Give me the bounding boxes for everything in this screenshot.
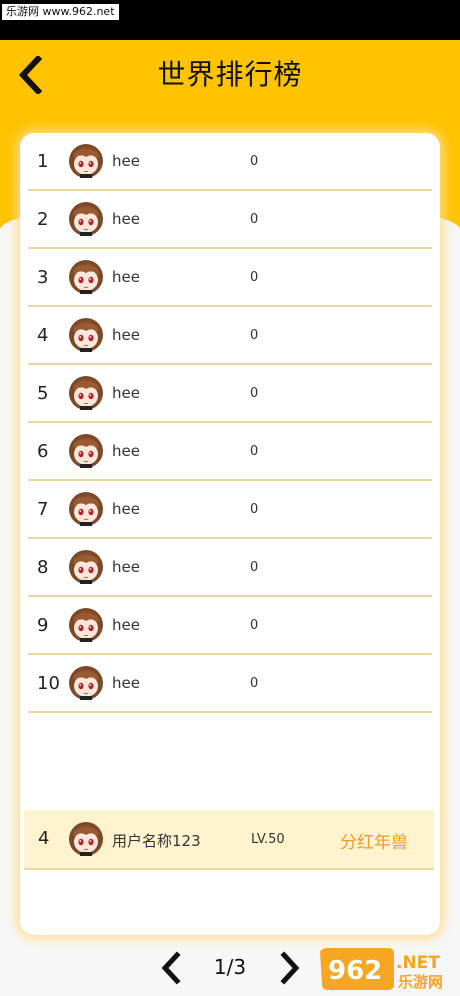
svg-text:.NET: .NET <box>396 953 440 973</box>
rank-number: 7 <box>37 498 49 520</box>
my-reward: 分红年兽 <box>340 833 408 853</box>
rank-number: 1 <box>37 150 49 172</box>
rank-number: 6 <box>37 440 49 462</box>
my-name: 用户名称123 <box>112 832 201 850</box>
player-score: 0 <box>250 617 259 633</box>
site-logo: 962 .NET 乐游网 <box>318 946 454 992</box>
leaderboard-row: 9 hee 0 <box>28 597 432 655</box>
avatar <box>69 434 103 468</box>
logo-icon: 962 .NET 乐游网 <box>320 948 443 991</box>
player-score: 0 <box>250 153 259 169</box>
avatar <box>69 202 103 236</box>
player-score: 0 <box>250 385 259 401</box>
player-name: hee <box>112 616 140 634</box>
leaderboard-list: 1 hee 0 2 hee 0 3 hee 0 4 hee 0 5 hee 0 6 hee 0 7 hee 0 8 hee 0… <box>28 133 432 713</box>
rank-number: 10 <box>37 672 60 694</box>
avatar <box>69 376 103 410</box>
player-name: hee <box>112 500 140 518</box>
leaderboard-row: 7 hee 0 <box>28 481 432 539</box>
player-name: hee <box>112 442 140 460</box>
player-score: 0 <box>250 211 259 227</box>
my-level: LV.50 <box>251 832 285 847</box>
player-score: 0 <box>250 269 259 285</box>
watermark: 乐游网 www.962.net <box>2 4 119 20</box>
avatar <box>69 144 103 178</box>
avatar <box>69 822 103 856</box>
avatar <box>69 260 103 294</box>
avatar <box>69 608 103 642</box>
svg-text:乐游网: 乐游网 <box>398 973 443 991</box>
player-name: hee <box>112 384 140 402</box>
player-score: 0 <box>250 675 259 691</box>
rank-number: 2 <box>37 208 49 230</box>
leaderboard-row: 8 hee 0 <box>28 539 432 597</box>
my-rank: 4 <box>38 828 50 849</box>
leaderboard-row: 4 hee 0 <box>28 307 432 365</box>
avatar <box>69 550 103 584</box>
player-score: 0 <box>250 443 259 459</box>
player-name: hee <box>112 674 140 692</box>
player-name: hee <box>112 268 140 286</box>
leaderboard-row: 3 hee 0 <box>28 249 432 307</box>
player-name: hee <box>112 210 140 228</box>
rank-number: 3 <box>37 266 49 288</box>
prev-page-button[interactable] <box>155 951 189 985</box>
leaderboard-row: 6 hee 0 <box>28 423 432 481</box>
leaderboard-row: 2 hee 0 <box>28 191 432 249</box>
leaderboard-row: 1 hee 0 <box>28 133 432 191</box>
leaderboard-row: 10 hee 0 <box>28 655 432 713</box>
next-page-button[interactable] <box>272 951 306 985</box>
player-score: 0 <box>250 501 259 517</box>
avatar <box>69 492 103 526</box>
my-rank-row: 4 用户名称123 LV.50 分红年兽 <box>24 810 434 870</box>
avatar <box>69 666 103 700</box>
chevron-left-icon <box>161 951 181 985</box>
rank-number: 8 <box>37 556 49 578</box>
page-indicator: 1/3 <box>213 955 247 979</box>
leaderboard-panel: 1 hee 0 2 hee 0 3 hee 0 4 hee 0 5 hee 0 6 hee 0 7 hee 0 8 hee 0… <box>20 133 440 935</box>
player-score: 0 <box>250 559 259 575</box>
avatar <box>69 318 103 352</box>
player-name: hee <box>112 152 140 170</box>
player-name: hee <box>112 558 140 576</box>
rank-number: 4 <box>37 324 49 346</box>
status-bar: 乐游网 www.962.net <box>0 0 460 40</box>
page-title: 世界排行榜 <box>157 58 303 91</box>
player-score: 0 <box>250 327 259 343</box>
rank-number: 5 <box>37 382 49 404</box>
rank-number: 9 <box>37 614 49 636</box>
svg-text:962: 962 <box>328 956 382 986</box>
leaderboard-row: 5 hee 0 <box>28 365 432 423</box>
player-name: hee <box>112 326 140 344</box>
chevron-right-icon <box>280 951 300 985</box>
